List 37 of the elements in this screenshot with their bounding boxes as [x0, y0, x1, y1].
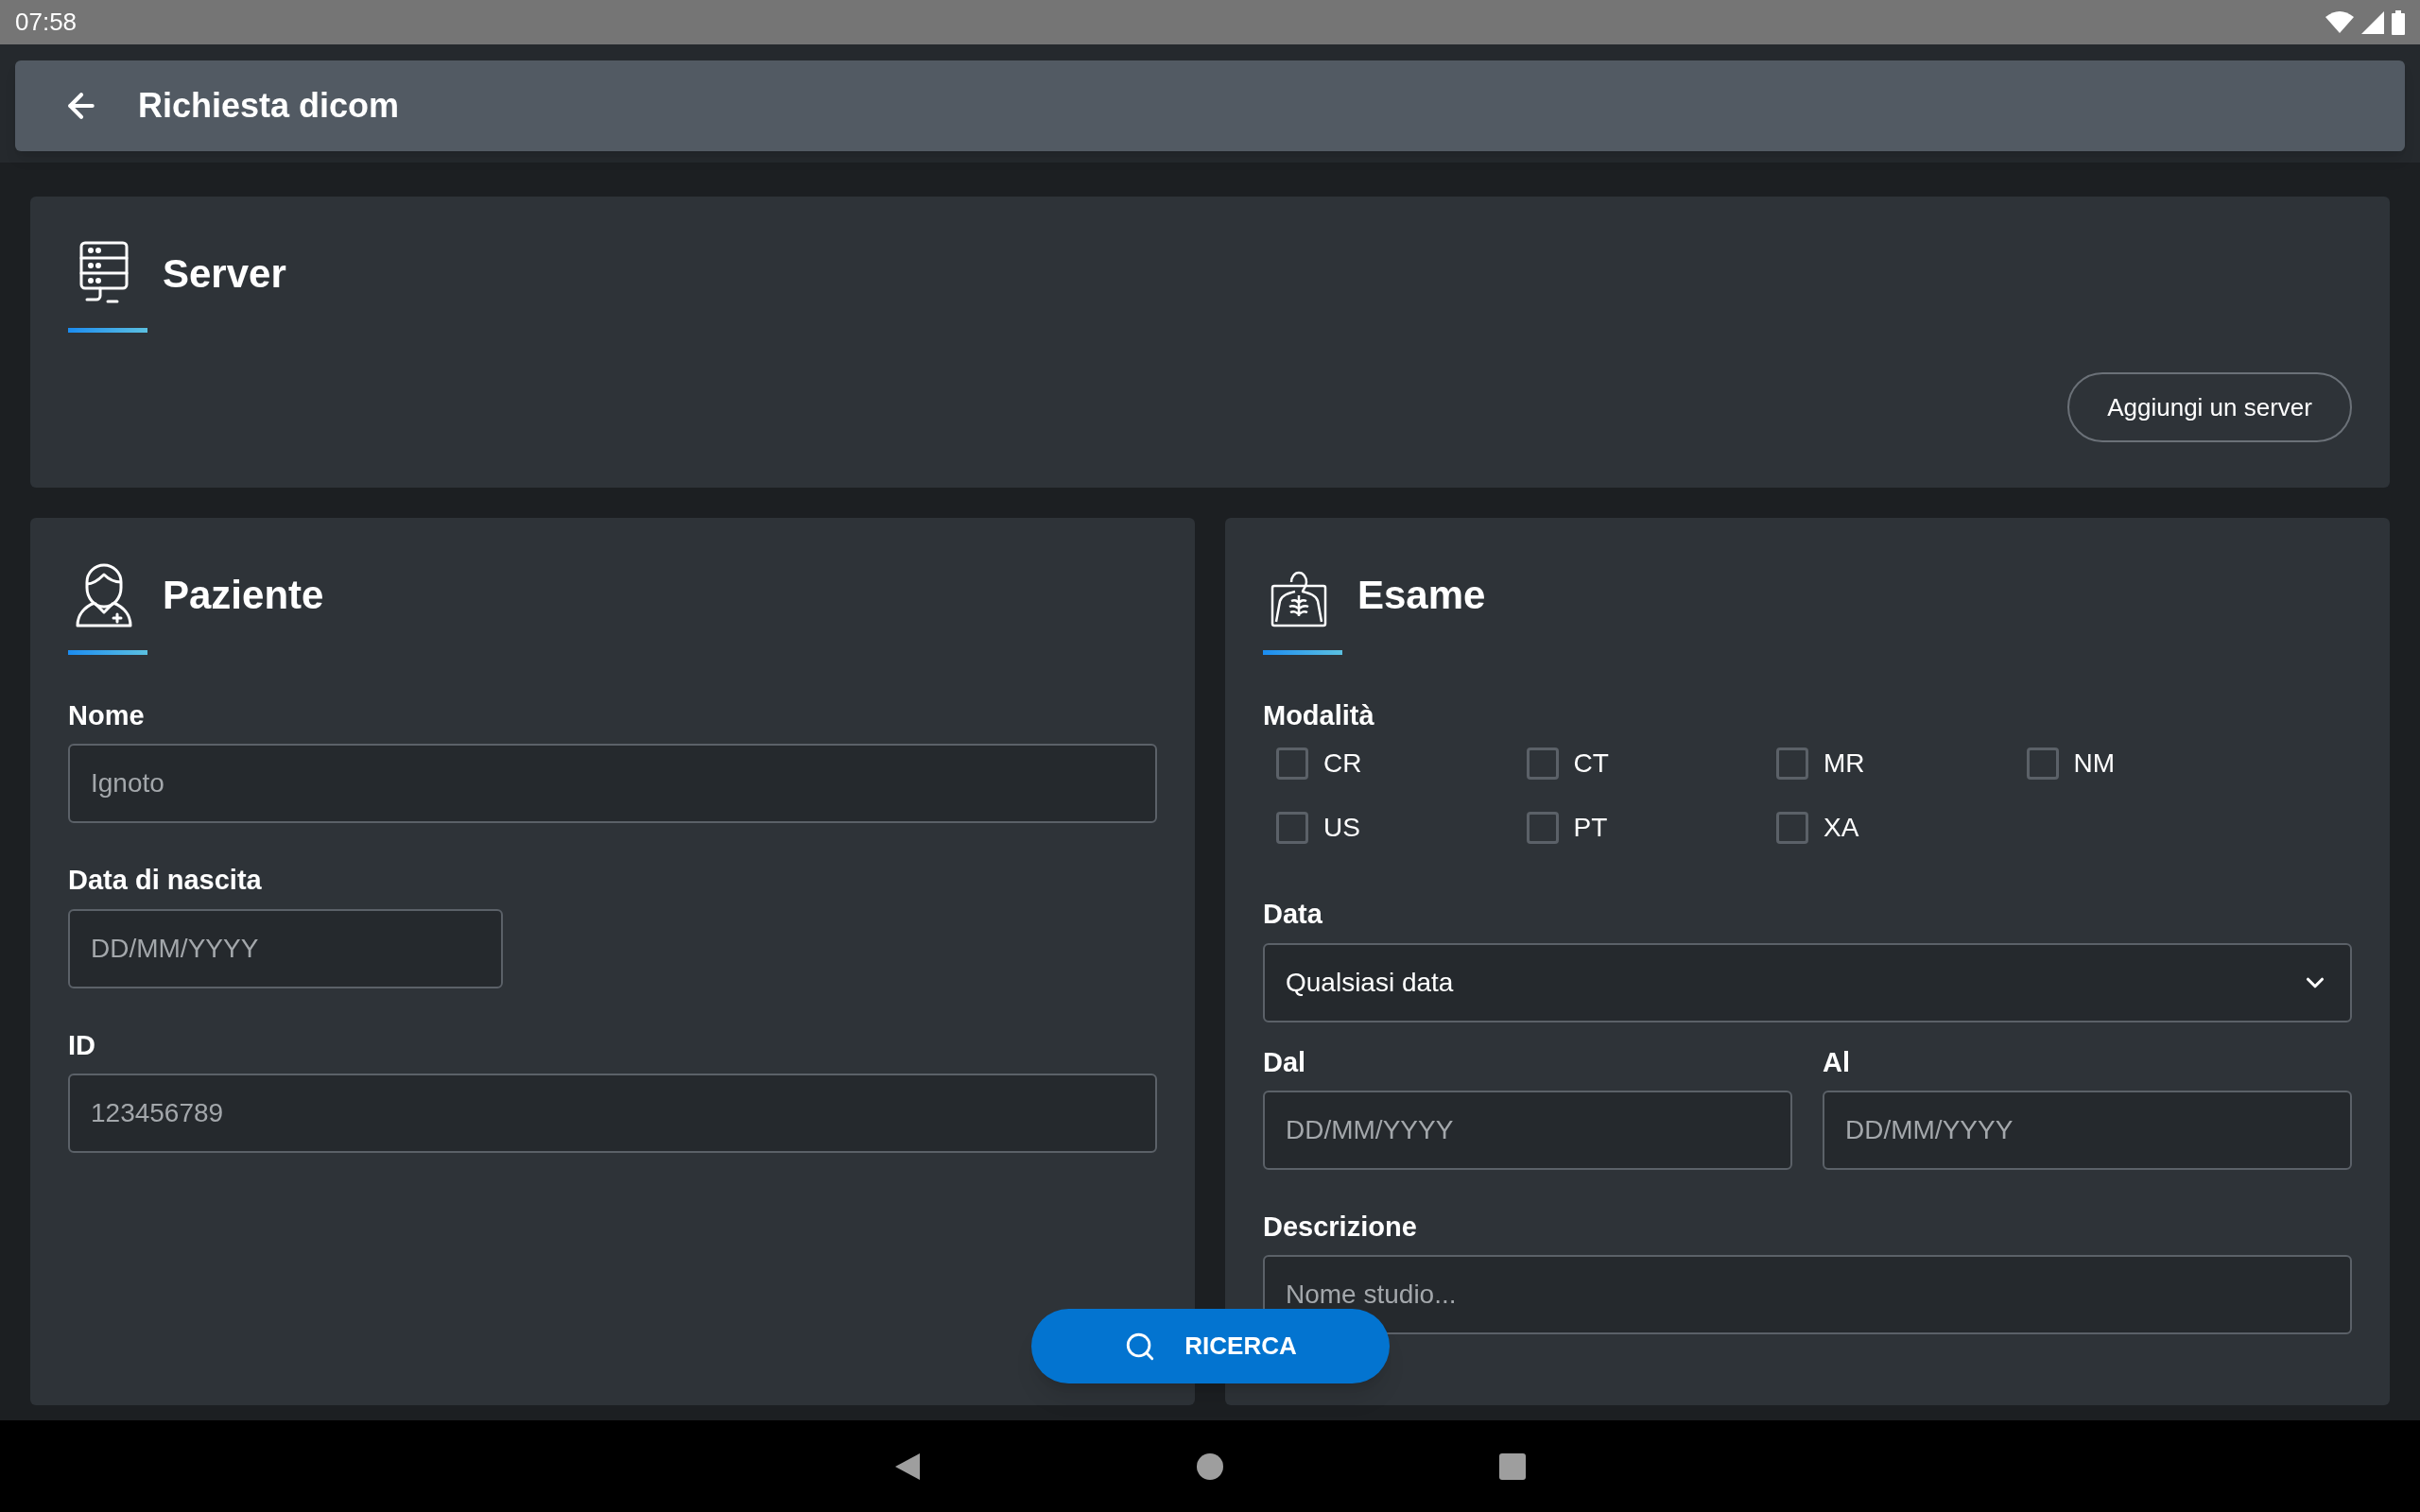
input-field[interactable]: DD/MM/YYYY	[1823, 1090, 2352, 1170]
wifi-icon	[2325, 10, 2354, 34]
patient-icon	[76, 561, 132, 627]
card-title: Paziente	[163, 571, 324, 619]
app-bar-title: Richiesta dicom	[138, 85, 400, 127]
modality-checkbox[interactable]: PT	[1526, 808, 1608, 849]
home-nav-icon[interactable]	[1196, 1452, 1224, 1481]
card-title: Server	[163, 249, 286, 298]
status-time: 07:58	[15, 7, 78, 38]
signal-icon	[2361, 10, 2384, 34]
server-icon	[78, 241, 130, 305]
modality-checkbox[interactable]: CT	[1526, 744, 1609, 784]
back-nav-icon[interactable]	[893, 1451, 922, 1482]
field-label: Nome	[68, 699, 146, 732]
field-label: ID	[68, 1028, 96, 1062]
modality-checkbox[interactable]: MR	[1776, 744, 1865, 784]
modality-checkbox[interactable]: US	[1276, 808, 1360, 849]
field-label: Data di nascita	[68, 864, 263, 898]
input-field[interactable]: DD/MM/YYYY	[68, 908, 503, 988]
card-title: Esame	[1357, 571, 1486, 619]
modality-checkbox[interactable]: XA	[1776, 808, 1859, 849]
add-server-button[interactable]: Aggiungi un server	[2067, 372, 2352, 442]
field-label: Al	[1823, 1045, 1851, 1079]
input-field[interactable]: Ignoto	[68, 744, 1157, 824]
field-label: Descrizione	[1263, 1210, 1418, 1244]
field-label: Data	[1263, 898, 1323, 932]
input-field[interactable]: 123456789	[68, 1073, 1157, 1153]
input-field[interactable]: DD/MM/YYYY	[1263, 1090, 1792, 1170]
input-field[interactable]: Nome studio...	[1263, 1255, 2352, 1334]
field-label: Modalità	[1263, 699, 1375, 732]
modality-checkbox[interactable]: CR	[1276, 744, 1362, 784]
field-label: Dal	[1263, 1045, 1307, 1079]
date-range-dropdown[interactable]: Qualsiasi data	[1263, 942, 2352, 1022]
search-button[interactable]: RICERCA	[1031, 1309, 1390, 1383]
recents-nav-icon[interactable]	[1498, 1452, 1527, 1481]
battery-icon	[2392, 9, 2405, 35]
modality-checkbox[interactable]: NM	[2026, 744, 2116, 784]
